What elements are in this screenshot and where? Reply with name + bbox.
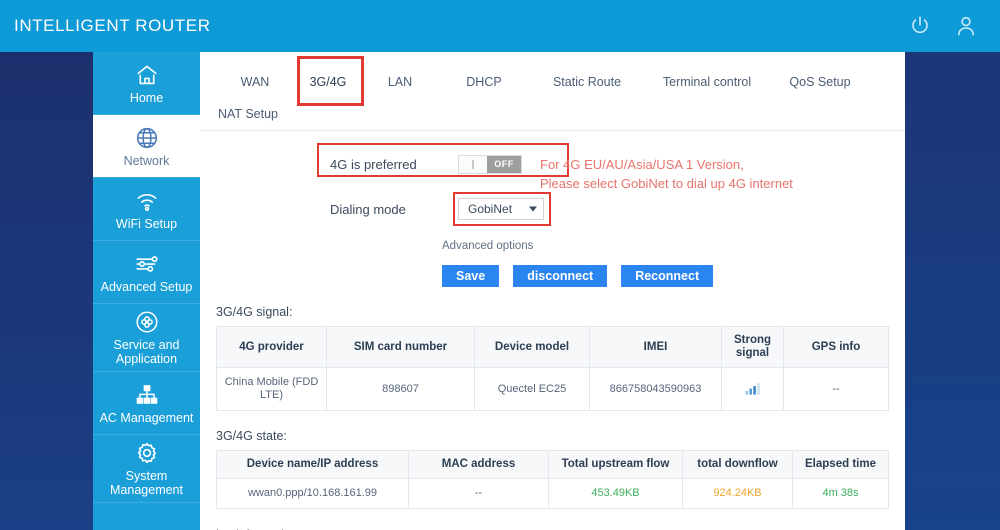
tab-3g4g[interactable]: 3G/4G [292,56,364,106]
signal-table: 4G provider SIM card number Device model… [216,326,889,411]
prefer-4g-label: 4G is preferred [330,156,417,172]
cell-sim: 898607 [326,367,475,411]
sliders-icon [134,251,160,277]
dialing-mode-row: Dialing mode GobiNet [330,192,905,226]
cell-imei: 866758043590963 [589,367,722,411]
sidebar-item-label: AC Management [99,410,194,425]
wifi-icon [134,188,160,214]
table-header-row: 4G provider SIM card number Device model… [216,326,889,368]
chevron-down-icon [529,206,537,212]
table-row: China Mobile (FDD LTE) 898607 Quectel EC… [216,367,889,411]
content-panel: WAN 3G/4G LAN DHCP Static Route Terminal… [200,52,905,530]
connection-form: 4G is preferred OFF Dialing mode GobiNet… [200,131,905,287]
annotation-note: For 4G EU/AU/Asia/USA 1 Version, Please … [540,157,793,191]
dialing-mode-label: Dialing mode [330,201,406,217]
th-total-upstream-flow: Total upstream flow [548,450,683,479]
gear-flower-icon [134,309,160,335]
th-mac-address: MAC address [408,450,549,479]
th-sim-card-number: SIM card number [326,326,475,368]
globe-icon [134,125,160,151]
th-device-model: Device model [474,326,590,368]
sidebar-item-advanced-setup[interactable]: Advanced Setup [93,241,200,304]
state-section-title: 3G/4G state: [216,429,287,443]
cell-elapsed: 4m 38s [792,478,889,509]
tab-static-route[interactable]: Static Route [532,66,642,98]
tab-bar: WAN 3G/4G LAN DHCP Static Route Terminal… [200,52,905,131]
dialing-mode-select[interactable]: GobiNet [458,198,544,220]
reconnect-button[interactable]: Reconnect [621,265,714,287]
signal-bars-icon [745,383,761,395]
th-device-name-ip: Device name/IP address [216,450,409,479]
sidebar-item-network[interactable]: Network [93,115,200,178]
home-icon [134,62,160,88]
dialing-mode-select-wrap: GobiNet [453,192,551,226]
tab-nat-setup[interactable]: NAT Setup [218,98,292,130]
user-icon[interactable] [954,14,978,38]
toggle-state-label: OFF [487,155,521,173]
cell-upstream: 453.49KB [548,478,683,509]
th-strong-signal: Strong signal [721,326,784,368]
form-actions: Save disconnect Reconnect [442,265,905,287]
tab-wan[interactable]: WAN [218,66,292,98]
save-button[interactable]: Save [442,265,500,287]
sidebar-nav: Home Network WiFi Setup Advanced Setup S… [93,52,200,530]
cell-signal [721,367,784,411]
dialing-mode-value: GobiNet [468,202,513,216]
cell-mac: -- [408,478,549,509]
signal-section-title: 3G/4G signal: [216,305,293,319]
sidebar-item-label: Network [123,153,170,168]
th-gps-info: GPS info [783,326,889,368]
sidebar-item-home[interactable]: Home [93,52,200,115]
sidebar-item-ac-management[interactable]: AC Management [93,372,200,435]
cell-downflow: 924.24KB [682,478,793,509]
th-total-downflow: total downflow [682,450,793,479]
sidebar-item-label: Home [129,90,164,105]
router-admin-app: INTELLIGENT ROUTER Home Network WiFi Set… [0,0,1000,530]
tab-row-primary: WAN 3G/4G LAN DHCP Static Route Terminal… [200,56,905,106]
signal-section: 3G/4G signal: 4G provider SIM card numbe… [200,305,905,411]
advanced-options-link[interactable]: Advanced options [442,240,905,252]
table-header-row: Device name/IP address MAC address Total… [216,450,889,479]
sidebar-item-service-and-application[interactable]: Service and Application [93,304,200,372]
gear-icon [134,440,160,466]
sidebar-item-system-management[interactable]: System Management [93,435,200,503]
cell-gps: -- [783,367,889,411]
tab-lan[interactable]: LAN [364,66,436,98]
sidebar-item-label: System Management [110,469,183,497]
toggle-knob [459,155,487,173]
left-rail [0,52,93,530]
th-imei: IMEI [589,326,722,368]
th-elapsed-time: Elapsed time [792,450,889,479]
cell-model: Quectel EC25 [474,367,590,411]
state-table: Device name/IP address MAC address Total… [216,450,889,509]
disconnect-button[interactable]: disconnect [513,265,608,287]
cell-device: wwan0.ppp/10.168.161.99 [216,478,409,509]
top-header-bar: INTELLIGENT ROUTER [0,0,1000,52]
header-actions [908,14,1000,38]
sidebar-item-wifi-setup[interactable]: WiFi Setup [93,178,200,241]
cell-provider: China Mobile (FDD LTE) [216,367,327,411]
sidebar-item-label: WiFi Setup [115,216,178,231]
tab-dhcp[interactable]: DHCP [436,66,532,98]
table-row: wwan0.ppp/10.168.161.99 -- 453.49KB 924.… [216,478,889,509]
th-4g-provider: 4G provider [216,326,327,368]
tab-row-secondary: NAT Setup [200,98,905,130]
tab-qos-setup[interactable]: QoS Setup [772,66,868,98]
state-section: 3G/4G state: Device name/IP address MAC … [200,429,905,509]
sitemap-icon [134,382,160,408]
sidebar-item-label: Service and Application [113,338,180,366]
tab-terminal-control[interactable]: Terminal control [642,66,772,98]
page-title: INTELLIGENT ROUTER [14,16,211,35]
sidebar-item-label: Advanced Setup [100,279,193,294]
prefer-4g-toggle[interactable]: OFF [458,154,522,174]
power-icon[interactable] [908,14,932,38]
